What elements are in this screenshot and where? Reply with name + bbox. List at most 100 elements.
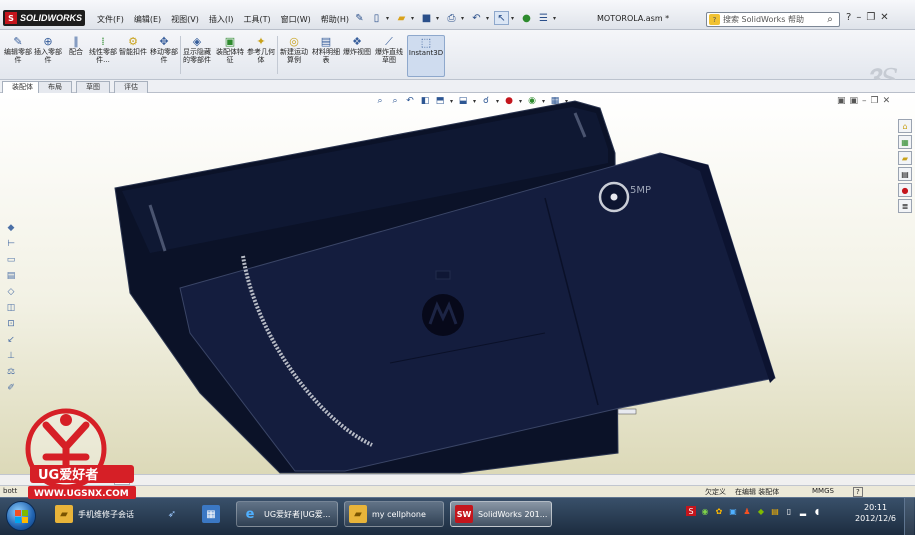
units-selector[interactable]: MMGS: [812, 487, 834, 495]
open-icon[interactable]: ▰: [394, 11, 409, 25]
new-motion-study-button[interactable]: ◎ 新建运动算例: [279, 35, 309, 77]
speaker-grille: [435, 270, 451, 280]
save-icon[interactable]: ■: [419, 11, 434, 25]
bom-button[interactable]: ▤ 材料明细表: [312, 35, 340, 77]
menu-window[interactable]: 窗口(W): [276, 14, 316, 25]
tab-layout[interactable]: 布局: [38, 81, 72, 93]
chevron-down-icon[interactable]: ▾: [553, 15, 559, 22]
start-button[interactable]: [6, 501, 36, 531]
taskbar-item-browser[interactable]: e UG爱好者|UG爱...: [236, 501, 338, 527]
help-menu-icon[interactable]: ?: [846, 12, 851, 23]
system-clock[interactable]: 20:11 2012/12/6: [855, 502, 896, 524]
help-search-input[interactable]: 搜索 SolidWorks 帮助: [723, 14, 804, 25]
chevron-down-icon[interactable]: ▾: [486, 15, 492, 22]
usb-port: [617, 408, 637, 415]
plane-icon[interactable]: ◫: [4, 301, 18, 314]
tab-assembly[interactable]: 装配体: [2, 81, 43, 93]
assembly-feature-button[interactable]: ▣ 装配体特征: [215, 35, 245, 77]
taskbar-item-solidworks[interactable]: SW SolidWorks 201...: [450, 501, 552, 527]
shape-icon[interactable]: ◇: [4, 285, 18, 298]
chevron-down-icon[interactable]: ▾: [411, 15, 417, 22]
view-palette-icon[interactable]: ▤: [898, 167, 912, 181]
status-editing: 在编辑 装配体: [735, 488, 780, 496]
tray-phone-icon[interactable]: ▯: [784, 506, 794, 516]
options-icon[interactable]: ☰: [536, 11, 551, 25]
taskbar-item-app[interactable]: ▦: [197, 501, 229, 527]
frame-icon[interactable]: ⊡: [4, 317, 18, 330]
help-search-box[interactable]: ? 搜索 SolidWorks 帮助 ⌕: [706, 12, 840, 27]
tray-user-icon[interactable]: ♟: [742, 506, 752, 516]
rebuild-icon[interactable]: ●: [519, 11, 534, 25]
taskbar-label: SolidWorks 201...: [478, 509, 548, 519]
menu-view[interactable]: 视图(V): [166, 14, 204, 25]
tab-sketch[interactable]: 草图: [76, 81, 110, 93]
tray-app-icon[interactable]: S: [686, 506, 696, 516]
home-icon[interactable]: ⌂: [898, 119, 912, 133]
insert-component-button[interactable]: ⊕ 插入零部件: [34, 35, 62, 77]
brand-name: SOLIDWORKS: [20, 13, 82, 23]
custom-properties-icon[interactable]: ≣: [898, 199, 912, 213]
smart-fastener-button[interactable]: ⚙ 智能扣件: [119, 35, 147, 77]
menu-tools[interactable]: 工具(T): [238, 14, 275, 25]
linear-pattern-button[interactable]: ⁞ 线性零部件...: [89, 35, 117, 77]
menu-help[interactable]: 帮助(H): [316, 14, 354, 25]
appearances-icon[interactable]: ●: [898, 183, 912, 197]
rectangle-icon[interactable]: ▭: [4, 253, 18, 266]
arrow-icon[interactable]: ↙: [4, 333, 18, 346]
help-status-icon[interactable]: ?: [853, 487, 863, 497]
security-icon[interactable]: ◉: [700, 506, 710, 516]
print-icon[interactable]: ⎙: [444, 11, 459, 25]
menu-edit[interactable]: 编辑(E): [129, 14, 166, 25]
show-desktop-button[interactable]: [904, 498, 914, 535]
restore-icon[interactable]: ❐: [866, 12, 875, 23]
measure-icon[interactable]: ⚖: [4, 365, 18, 378]
edit-component-button[interactable]: ✎ 编辑零部件: [4, 35, 32, 77]
search-icon[interactable]: ⌕: [821, 14, 839, 25]
menu-file[interactable]: 文件(F): [92, 14, 129, 25]
dimension-icon[interactable]: ⊢: [4, 237, 18, 250]
tray-display-icon[interactable]: ▤: [770, 506, 780, 516]
new-document-icon[interactable]: ▯: [369, 11, 384, 25]
taskbar-item-folder[interactable]: ▰ my cellphone: [344, 501, 444, 527]
exploded-view-button[interactable]: ❖ 爆炸视图: [343, 35, 371, 77]
solidworks-logo[interactable]: S SOLIDWORKS: [3, 10, 85, 26]
pin-icon[interactable]: ✎: [352, 11, 367, 25]
table-icon[interactable]: ▤: [4, 269, 18, 282]
signal-icon[interactable]: ▂: [798, 506, 808, 516]
undo-icon[interactable]: ↶: [469, 11, 484, 25]
show-hidden-icon: ◈: [192, 35, 202, 48]
design-library-icon[interactable]: ▦: [898, 135, 912, 149]
menu-insert[interactable]: 插入(I): [204, 14, 239, 25]
tray-calendar-icon[interactable]: ▣: [728, 506, 738, 516]
chevron-down-icon[interactable]: ▾: [461, 15, 467, 22]
tray-shield-icon[interactable]: ◆: [756, 506, 766, 516]
explode-line-sketch-button[interactable]: ⟋ 爆炸直线草图: [374, 35, 404, 77]
instant3d-button[interactable]: ⬚ Instant3D: [407, 35, 445, 77]
bom-icon: ▤: [320, 35, 332, 48]
tab-evaluate[interactable]: 评估: [114, 81, 148, 93]
network-app-icon[interactable]: ✿: [714, 506, 724, 516]
tool-label: 新建运动算例: [280, 48, 308, 64]
sketch-entity-icon[interactable]: ◆: [4, 221, 18, 234]
mate-button[interactable]: ∥ 配合: [65, 35, 87, 77]
axis-icon[interactable]: ⊥: [4, 349, 18, 362]
volume-icon[interactable]: ◖: [812, 506, 822, 516]
taskbar-item-session[interactable]: ▰ 手机维修子会话: [50, 501, 150, 527]
menu-bar: 文件(F) 编辑(E) 视图(V) 插入(I) 工具(T) 窗口(W) 帮助(H…: [92, 14, 354, 25]
move-component-button[interactable]: ✥ 移动零部件: [150, 35, 178, 77]
file-explorer-icon[interactable]: ▰: [898, 151, 912, 165]
ie-icon: e: [245, 506, 255, 522]
smart-fastener-icon: ⚙: [128, 35, 138, 48]
taskbar-item-bird[interactable]: ➶: [158, 501, 190, 527]
chevron-down-icon[interactable]: ▾: [511, 15, 517, 22]
minimize-icon[interactable]: –: [856, 12, 861, 23]
select-icon[interactable]: ↖: [494, 11, 509, 25]
reference-geometry-button[interactable]: ✦ 参考几何体: [247, 35, 275, 77]
chevron-down-icon[interactable]: ▾: [386, 15, 392, 22]
chevron-down-icon[interactable]: ▾: [436, 15, 442, 22]
tool-label: 移动零部件: [150, 48, 178, 64]
tool-label: 线性零部件...: [89, 48, 117, 64]
edit-icon[interactable]: ✐: [4, 381, 18, 394]
show-hidden-components-button[interactable]: ◈ 显示隐藏的零部件: [182, 35, 212, 77]
close-icon[interactable]: ✕: [880, 12, 888, 23]
